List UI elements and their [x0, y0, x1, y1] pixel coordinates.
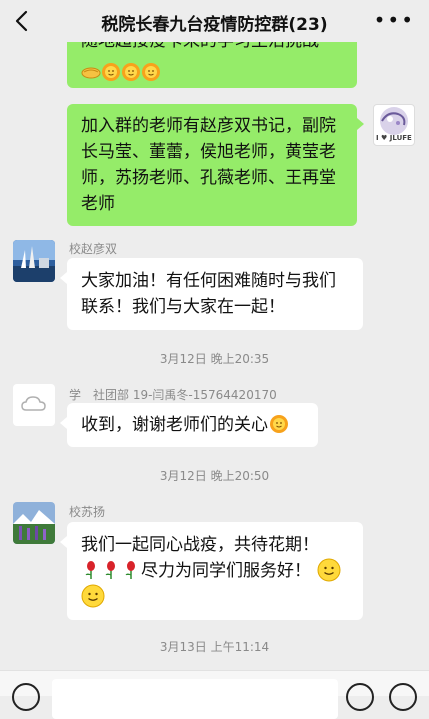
sun-emoji — [102, 63, 120, 81]
sun-emoji — [270, 415, 288, 433]
rose-emoji — [125, 561, 135, 579]
message-bubble[interactable]: 大家加油！有任何困难随时与我们联系！我们与大家在一起！ — [60, 258, 363, 330]
message-text: 大家加油！有任何困难随时与我们联系！我们与大家在一起！ — [81, 271, 336, 317]
avatar-caption: I ♥ JLUFE — [376, 134, 412, 142]
voice-icon[interactable] — [12, 683, 40, 711]
input-bar — [0, 670, 429, 719]
chat-area[interactable]: 随地超接疫卡来的学习生活挑战 加入群的老师有赵彦双书记，副院长马莹、董蕾，侯旭老… — [0, 0, 429, 695]
handshake-emoji — [81, 67, 101, 79]
emoji-icon[interactable] — [346, 683, 374, 711]
message-bubble[interactable]: 收到，谢谢老师们的关心 — [60, 403, 318, 447]
sender-name: 校苏扬 — [69, 505, 106, 519]
sun-emoji — [122, 63, 140, 81]
sender-avatar[interactable] — [13, 384, 55, 426]
message-input[interactable] — [52, 679, 338, 719]
timestamp: 3月12日 晚上20:50 — [159, 469, 270, 483]
plus-icon[interactable] — [389, 683, 417, 711]
message-text: 收到，谢谢老师们的关心 — [81, 415, 268, 435]
sun-emoji — [142, 63, 160, 81]
my-avatar[interactable]: I ♥ JLUFE — [373, 104, 415, 146]
sender-avatar[interactable] — [13, 502, 55, 544]
rose-emoji — [105, 561, 115, 579]
smile-emoji — [317, 558, 341, 582]
timestamp: 3月12日 晚上20:35 — [159, 352, 270, 366]
emoji-row — [81, 60, 161, 86]
timestamp: 3月13日 上午11:14 — [159, 640, 270, 654]
avatar-image — [13, 502, 55, 544]
sender-name: 校赵彦双 — [69, 242, 118, 256]
message-text: 加入群的老师有赵彦双书记，副院长马莹、董蕾，侯旭老师，黄莹老师，苏扬老师、孔薇老… — [81, 116, 336, 214]
message-bubble[interactable]: 我们一起同心战疫，共待花期！ 尽力为同学们服务好！ — [60, 522, 363, 620]
sender-avatar[interactable] — [13, 240, 55, 282]
message-text: 我们一起同心战疫，共待花期！ — [81, 535, 319, 555]
message-text: 尽力为同学们服务好！ — [141, 561, 311, 581]
rose-emoji — [85, 561, 95, 579]
ellipsis-icon[interactable]: ••• — [374, 8, 415, 32]
cloud-icon — [21, 396, 46, 411]
chat-title: 税院长春九台疫情防控群(23) — [101, 15, 328, 35]
sender-name: 学 社团部 19-闫禹冬-15764420170 — [69, 388, 277, 402]
avatar-image — [13, 240, 55, 282]
smile-emoji — [81, 584, 105, 608]
my-message-bubble[interactable]: 加入群的老师有赵彦双书记，副院长马莹、董蕾，侯旭老师，黄莹老师，苏扬老师、孔薇老… — [67, 104, 364, 226]
chat-header: 税院长春九台疫情防控群(23) ••• — [0, 0, 429, 42]
